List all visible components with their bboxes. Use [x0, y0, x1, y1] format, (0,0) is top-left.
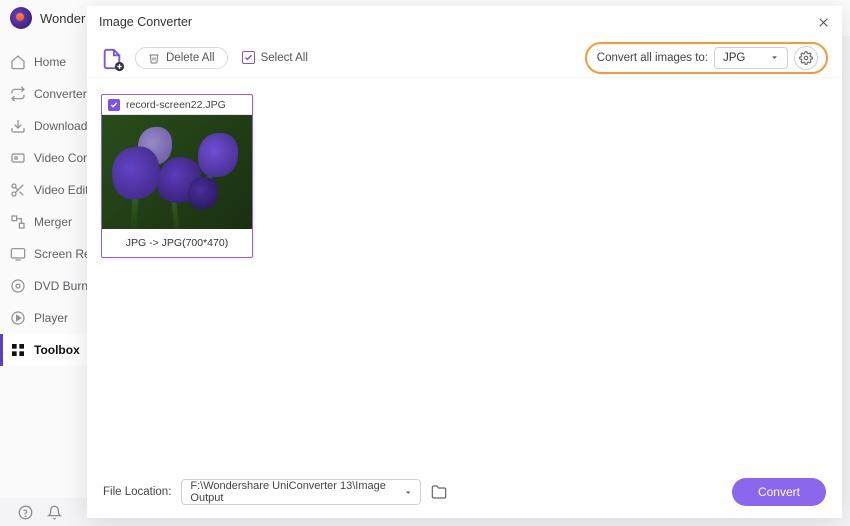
format-settings-button[interactable]: [794, 46, 818, 70]
grid-icon: [10, 342, 26, 358]
delete-all-button[interactable]: Delete All: [135, 47, 228, 69]
close-modal-button[interactable]: [817, 16, 830, 29]
sidebar-item-label: Video Compressor: [34, 151, 95, 165]
sidebar-item-video-compressor[interactable]: Video Compressor: [0, 142, 95, 174]
home-icon: [10, 54, 26, 70]
image-conversion-info: JPG -> JPG(700*470): [102, 229, 252, 257]
app-title: Wonder: [40, 11, 85, 26]
image-checkbox[interactable]: [108, 99, 120, 111]
format-selected: JPG: [723, 52, 745, 64]
sidebar-item-label: Player: [34, 311, 68, 325]
convert-all-label: Convert all images to:: [597, 52, 708, 64]
checkbox-icon: [242, 51, 255, 64]
sidebar-item-label: Toolbox: [34, 343, 80, 357]
sidebar-item-label: DVD Burner: [34, 279, 95, 293]
sidebar-item-dvd-burner[interactable]: DVD Burner: [0, 270, 95, 302]
image-converter-modal: Image Converter Delete All Select All Co…: [87, 6, 842, 518]
sidebar-item-label: Home: [34, 55, 66, 69]
download-icon: [10, 118, 26, 134]
sidebar-item-converter[interactable]: Converter: [0, 78, 95, 110]
delete-all-label: Delete All: [166, 52, 215, 64]
convert-button-label: Convert: [758, 485, 800, 499]
modal-title: Image Converter: [99, 15, 192, 29]
converter-icon: [10, 86, 26, 102]
image-card-header: record-screen22.JPG: [102, 95, 252, 115]
convert-button[interactable]: Convert: [732, 478, 826, 506]
merge-icon: [10, 214, 26, 230]
toolbar: Delete All Select All Convert all images…: [87, 38, 842, 78]
screen-icon: [10, 246, 26, 262]
sidebar-item-downloader[interactable]: Downloader: [0, 110, 95, 142]
sidebar-item-screen-recorder[interactable]: Screen Recorder: [0, 238, 95, 270]
select-all-label: Select All: [261, 52, 308, 64]
chevron-down-icon: [770, 53, 779, 62]
compress-icon: [10, 150, 26, 166]
help-icon[interactable]: [18, 505, 33, 520]
format-dropdown[interactable]: JPG: [714, 47, 788, 69]
file-location-label: File Location:: [103, 486, 171, 498]
sidebar: Home Converter Downloader Video Compress…: [0, 36, 95, 498]
select-all-checkbox[interactable]: Select All: [242, 51, 308, 64]
scissors-icon: [10, 182, 26, 198]
sidebar-item-merger[interactable]: Merger: [0, 206, 95, 238]
sidebar-item-label: Screen Recorder: [34, 247, 95, 261]
chevron-down-icon: [404, 488, 412, 497]
file-location-path: F:\Wondershare UniConverter 13\Image Out…: [190, 480, 404, 504]
play-icon: [10, 310, 26, 326]
modal-titlebar: Image Converter: [87, 6, 842, 38]
sidebar-item-label: Downloader: [34, 119, 95, 133]
open-folder-button[interactable]: [431, 484, 447, 500]
sidebar-item-label: Converter: [34, 87, 87, 101]
image-thumbnail: [102, 115, 252, 229]
sidebar-item-video-editor[interactable]: Video Editor: [0, 174, 95, 206]
convert-format-annotation: Convert all images to: JPG: [585, 42, 828, 74]
image-filename: record-screen22.JPG: [126, 99, 226, 111]
add-images-button[interactable]: [101, 48, 121, 68]
toolbar-right: Convert all images to: JPG: [585, 42, 828, 74]
app-logo: [10, 7, 32, 29]
sidebar-item-label: Merger: [34, 215, 72, 229]
file-location-dropdown[interactable]: F:\Wondershare UniConverter 13\Image Out…: [181, 479, 421, 505]
sidebar-item-home[interactable]: Home: [0, 46, 95, 78]
image-card[interactable]: record-screen22.JPG JPG -> JPG(700*470): [101, 94, 253, 258]
sidebar-item-label: Video Editor: [34, 183, 95, 197]
bell-icon[interactable]: [47, 505, 62, 520]
sidebar-item-player[interactable]: Player: [0, 302, 95, 334]
image-canvas: record-screen22.JPG JPG -> JPG(700*470): [87, 78, 842, 466]
modal-footer: File Location: F:\Wondershare UniConvert…: [87, 466, 842, 518]
sidebar-item-toolbox[interactable]: Toolbox: [0, 334, 95, 366]
app-bottombar: [0, 498, 95, 526]
disc-icon: [10, 278, 26, 294]
